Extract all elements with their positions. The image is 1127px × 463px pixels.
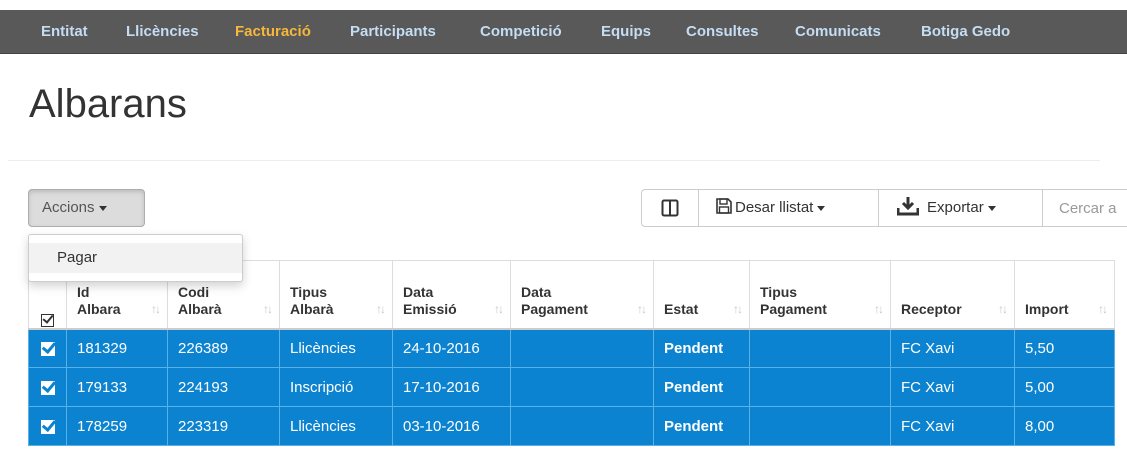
cell-import: 5,00 xyxy=(1014,367,1115,407)
cell-data-pagament xyxy=(510,367,654,407)
cell-estat: Pendent xyxy=(653,328,750,368)
sort-icon: ↑↓ xyxy=(376,301,386,316)
cell-tipus-pagament xyxy=(749,406,891,446)
column-header-tipus-pagament[interactable]: Tipus Pagament ↑↓ xyxy=(749,260,891,330)
column-header-estat[interactable]: Estat ↑↓ xyxy=(653,260,750,330)
cell-estat: Pendent xyxy=(653,406,750,446)
page: Entitat Llicències Facturació Participan… xyxy=(0,0,1127,463)
table-row[interactable]: 181329 226389 Llicències 24-10-2016 Pend… xyxy=(28,328,1115,368)
column-header-tipus-albara[interactable]: Tipus Albarà ↑↓ xyxy=(279,260,393,330)
sort-icon: ↑↓ xyxy=(263,301,273,316)
cell-receptor: FC Xavi xyxy=(890,367,1015,407)
row-checkbox[interactable] xyxy=(28,328,67,368)
search-input[interactable] xyxy=(1042,189,1127,227)
cell-tipus-albara: Llicències xyxy=(279,406,393,446)
download-tray-icon xyxy=(896,197,920,216)
cell-import: 5,50 xyxy=(1014,328,1115,368)
sort-icon: ↑↓ xyxy=(874,301,884,316)
exportar-button[interactable]: Exportar xyxy=(878,189,1043,227)
exportar-label: Exportar xyxy=(927,199,984,216)
cell-id-albara: 178259 xyxy=(66,406,168,446)
albarans-table: Id Albara ↑↓ Codi Albarà ↑↓ Tipus Albarà ↑↓ Da… xyxy=(28,260,1115,446)
cell-import: 8,00 xyxy=(1014,406,1115,446)
cell-id-albara: 179133 xyxy=(66,367,168,407)
title-divider xyxy=(8,160,1100,161)
cell-data-pagament xyxy=(510,406,654,446)
caret-down-icon xyxy=(987,205,996,211)
accions-dropdown-menu: Pagar xyxy=(28,234,243,282)
nav-item-botiga-gedo[interactable]: Botiga Gedo xyxy=(921,10,1010,54)
nav-item-entitat[interactable]: Entitat xyxy=(41,10,88,54)
checkbox-checked-icon xyxy=(40,419,55,434)
sort-icon: ↑↓ xyxy=(494,301,504,316)
floppy-disk-icon xyxy=(716,198,732,214)
cell-codi-albara: 223319 xyxy=(167,406,280,446)
column-header-data-pagament[interactable]: Data Pagament ↑↓ xyxy=(510,260,654,330)
cell-data-emissio: 24-10-2016 xyxy=(392,328,511,368)
checkbox-checked-icon xyxy=(40,341,55,356)
row-checkbox[interactable] xyxy=(28,367,67,407)
column-header-import[interactable]: Import ↑↓ xyxy=(1014,260,1115,330)
cell-receptor: FC Xavi xyxy=(890,406,1015,446)
columns-icon xyxy=(661,199,679,217)
top-navbar: Entitat Llicències Facturació Participan… xyxy=(0,10,1127,54)
cell-id-albara: 181329 xyxy=(66,328,168,368)
nav-item-facturacio[interactable]: Facturació xyxy=(235,10,311,54)
caret-down-icon xyxy=(98,205,107,211)
menu-item-pagar[interactable]: Pagar xyxy=(29,243,242,273)
cell-codi-albara: 226389 xyxy=(167,328,280,368)
nav-item-participants[interactable]: Participants xyxy=(350,10,436,54)
cell-data-emissio: 17-10-2016 xyxy=(392,367,511,407)
column-header-receptor[interactable]: Receptor ↑↓ xyxy=(890,260,1015,330)
cell-tipus-albara: Inscripció xyxy=(279,367,393,407)
nav-item-competicio[interactable]: Competició xyxy=(480,10,562,54)
page-title: Albarans xyxy=(29,82,187,126)
column-header-data-emissio[interactable]: Data Emissió ↑↓ xyxy=(392,260,511,330)
nav-item-equips[interactable]: Equips xyxy=(601,10,651,54)
cell-codi-albara: 224193 xyxy=(167,367,280,407)
nav-item-consultes[interactable]: Consultes xyxy=(686,10,759,54)
checkbox-checked-icon xyxy=(40,380,55,395)
cell-receptor: FC Xavi xyxy=(890,328,1015,368)
columns-toggle-button[interactable] xyxy=(641,189,699,227)
sort-icon: ↑↓ xyxy=(1098,301,1108,316)
sort-icon: ↑↓ xyxy=(637,301,647,316)
nav-item-llicencies[interactable]: Llicències xyxy=(126,10,199,54)
cell-tipus-albara: Llicències xyxy=(279,328,393,368)
cell-data-emissio: 03-10-2016 xyxy=(392,406,511,446)
row-checkbox[interactable] xyxy=(28,406,67,446)
caret-down-icon xyxy=(817,205,826,211)
cell-tipus-pagament xyxy=(749,367,891,407)
desar-llistat-button[interactable]: Desar llistat xyxy=(698,189,879,227)
nav-item-comunicats[interactable]: Comunicats xyxy=(795,10,881,54)
accions-label: Accions xyxy=(42,199,95,216)
sort-icon: ↑↓ xyxy=(998,301,1008,316)
accions-button[interactable]: Accions xyxy=(28,189,145,227)
cell-estat: Pendent xyxy=(653,367,750,407)
desar-llistat-label: Desar llistat xyxy=(735,199,814,216)
cell-tipus-pagament xyxy=(749,328,891,368)
checkbox-icon xyxy=(41,314,54,328)
table-row[interactable]: 179133 224193 Inscripció 17-10-2016 Pend… xyxy=(28,367,1115,407)
sort-icon: ↑↓ xyxy=(733,301,743,316)
sort-icon: ↑↓ xyxy=(151,301,161,316)
table-row[interactable]: 178259 223319 Llicències 03-10-2016 Pend… xyxy=(28,406,1115,446)
cell-data-pagament xyxy=(510,328,654,368)
